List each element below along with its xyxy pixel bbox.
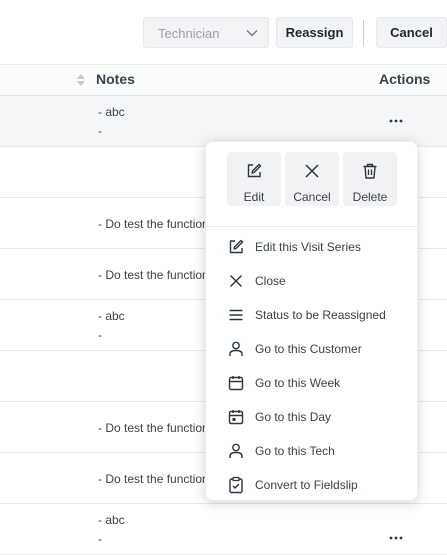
note-text: -	[98, 328, 102, 342]
menu-item-go-to-customer[interactable]: Go to this Customer	[206, 334, 419, 364]
more-actions-icon[interactable]	[388, 535, 404, 541]
list-icon	[229, 309, 243, 321]
quick-edit-label: Edit	[243, 190, 265, 204]
menu-item-label: Go to this Day	[255, 410, 332, 424]
calendar-icon	[228, 376, 244, 391]
calendar-day-icon	[228, 410, 244, 425]
menu-item-close[interactable]: Close	[206, 266, 419, 296]
sort-icon[interactable]	[76, 72, 86, 88]
menu-item-go-to-day[interactable]: Go to this Day	[206, 402, 419, 432]
menu-item-go-to-tech[interactable]: Go to this Tech	[206, 436, 419, 466]
toolbar-divider	[363, 20, 364, 46]
note-text: - Do test the function	[98, 268, 206, 282]
actions-column-header: Actions	[379, 71, 431, 87]
edit-icon	[247, 163, 262, 178]
clipboard-check-icon	[229, 476, 243, 494]
quick-cancel-button[interactable]: Cancel	[285, 152, 339, 206]
more-actions-icon[interactable]	[388, 118, 404, 124]
menu-item-label: Status to be Reassigned	[255, 308, 386, 322]
reassign-button[interactable]: Reassign	[276, 17, 353, 48]
menu-item-label: Close	[255, 274, 286, 288]
menu-item-label: Convert to Fieldslip	[255, 478, 358, 492]
close-icon	[305, 164, 319, 178]
edit-icon	[229, 239, 244, 254]
menu-item-go-to-week[interactable]: Go to this Week	[206, 368, 419, 398]
trash-icon	[363, 163, 377, 179]
note-text: -	[98, 124, 102, 138]
note-text: - abc	[98, 105, 125, 119]
quick-delete-button[interactable]: Delete	[343, 152, 397, 206]
cancel-button[interactable]: Cancel	[376, 17, 447, 48]
menu-item-label: Go to this Tech	[255, 444, 335, 458]
menu-item-edit-visit-series[interactable]: Edit this Visit Series	[206, 232, 419, 262]
technician-select[interactable]: Technician	[143, 17, 269, 48]
menu-item-status-reassigned[interactable]: Status to be Reassigned	[206, 300, 419, 330]
toolbar: Technician Reassign Cancel	[0, 0, 447, 64]
technician-select-value: Technician	[158, 26, 220, 41]
note-text: - abc	[98, 513, 125, 527]
menu-item-label: Go to this Customer	[255, 342, 362, 356]
quick-delete-label: Delete	[352, 190, 388, 204]
table-row[interactable]: - abc -	[0, 504, 447, 555]
table-row[interactable]: - abc -	[0, 96, 447, 147]
note-text: - abc	[98, 309, 125, 323]
chevron-down-icon	[246, 30, 258, 37]
person-icon	[229, 341, 243, 356]
table-header: Notes Actions	[0, 64, 447, 96]
close-icon	[230, 275, 242, 287]
note-text: - Do test the function	[98, 421, 206, 435]
menu-item-convert-fieldslip[interactable]: Convert to Fieldslip	[206, 470, 419, 500]
note-text: -	[98, 532, 102, 546]
note-text: - Do test the function	[98, 217, 206, 231]
quick-edit-button[interactable]: Edit	[227, 152, 281, 206]
menu-item-label: Edit this Visit Series	[255, 240, 361, 254]
menu-item-label: Go to this Week	[255, 376, 341, 390]
context-menu: Edit Cancel Delete Edit this Visit Serie…	[205, 141, 419, 501]
note-text: - Do test the function	[98, 472, 206, 486]
notes-column-header[interactable]: Notes	[96, 71, 135, 87]
quick-cancel-label: Cancel	[293, 190, 331, 204]
person-icon	[229, 443, 243, 458]
menu-divider	[206, 226, 419, 227]
